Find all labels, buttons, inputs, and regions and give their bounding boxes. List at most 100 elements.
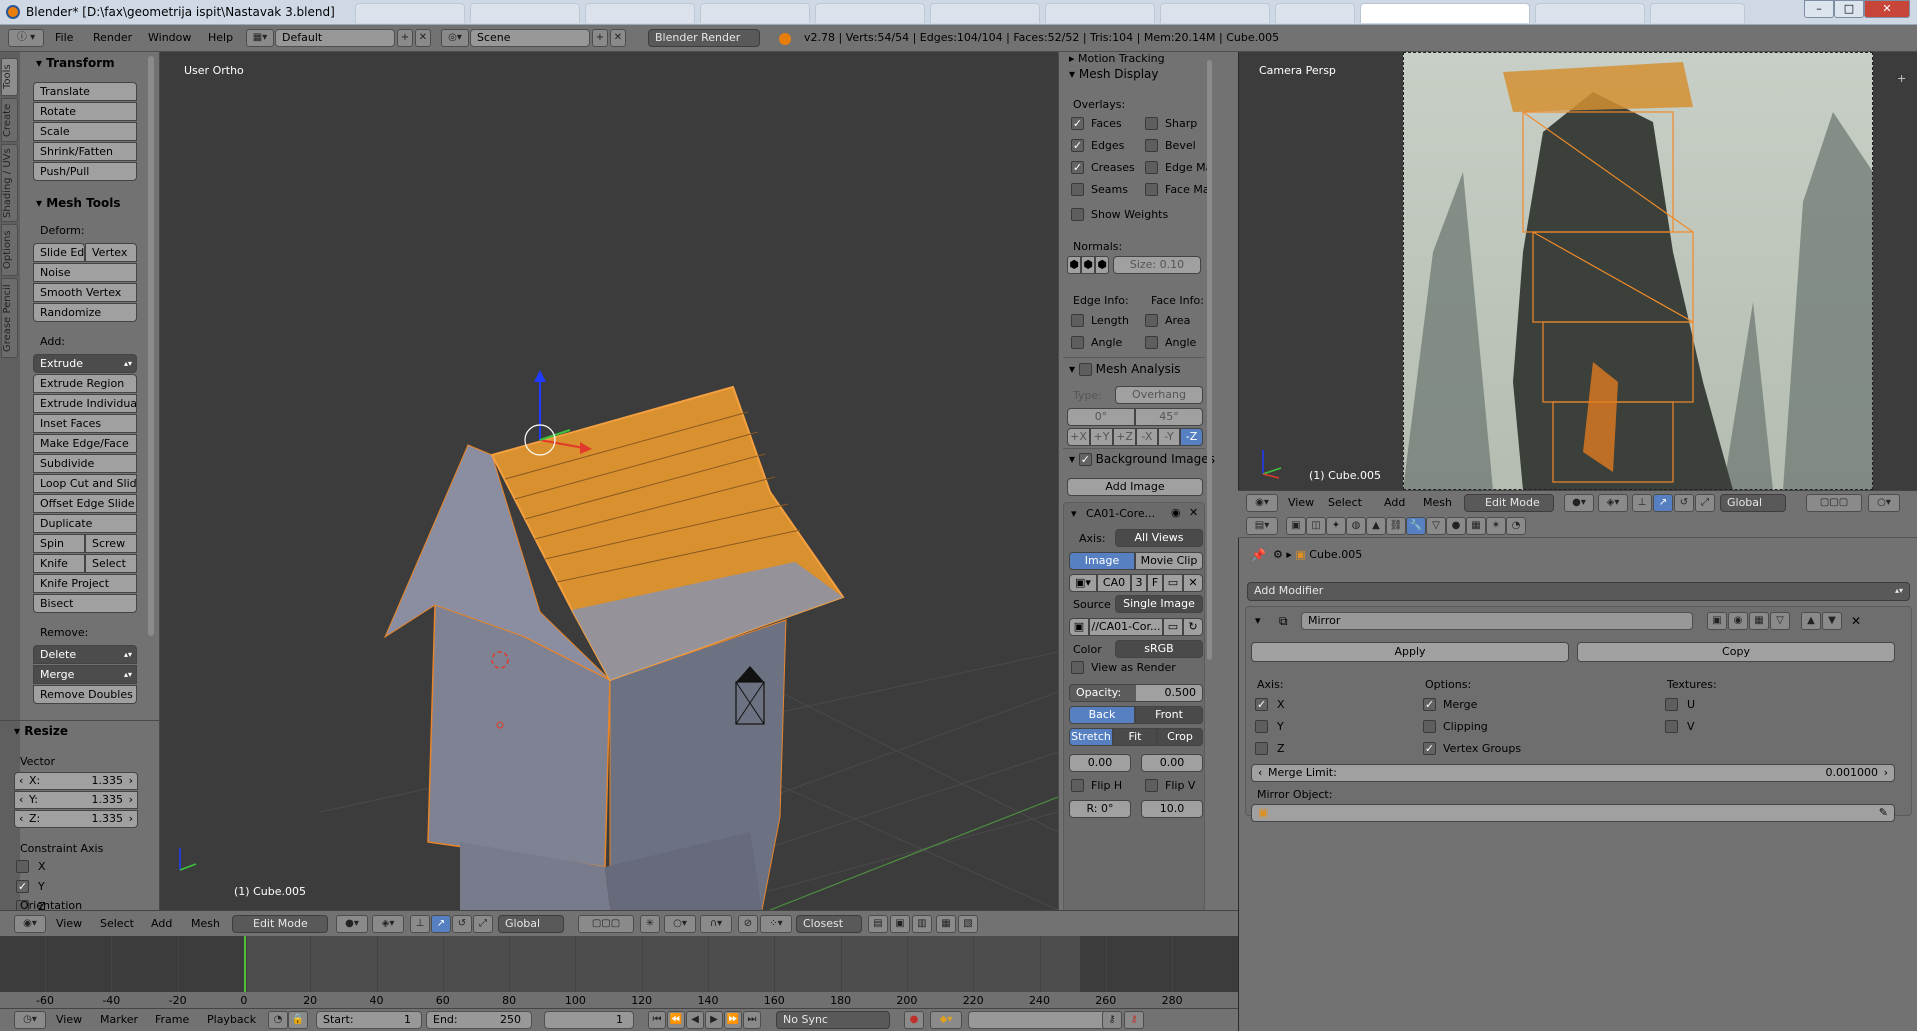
face-normals-icon[interactable]: ⬢ bbox=[1095, 256, 1109, 274]
slide-edge-button[interactable]: Slide Ed bbox=[33, 243, 85, 262]
delete-keyframe-icon[interactable]: ⚷ bbox=[1124, 1011, 1144, 1029]
camera-viewport[interactable]: Camera Persp (1) Cube.005 + bbox=[1238, 52, 1917, 490]
edge-marks-checkbox[interactable] bbox=[1145, 161, 1158, 174]
offset-x-field[interactable]: 0.00 bbox=[1069, 754, 1131, 772]
material-context-icon[interactable]: ● bbox=[1446, 517, 1466, 535]
editor-type-info-icon[interactable]: ⓘ ▾ bbox=[8, 29, 44, 47]
fit-button[interactable]: Fit bbox=[1113, 728, 1157, 746]
color-space-select[interactable]: sRGB bbox=[1115, 640, 1203, 658]
face-marks-checkbox[interactable] bbox=[1145, 183, 1158, 196]
fake-user-button[interactable]: F bbox=[1147, 574, 1163, 592]
falloff-icon[interactable]: ∩▾ bbox=[700, 915, 732, 933]
seams-checkbox[interactable] bbox=[1071, 183, 1084, 196]
offset-y-field[interactable]: 0.00 bbox=[1141, 754, 1203, 772]
overhang-min-field[interactable]: 0° bbox=[1067, 408, 1135, 426]
sync-mode-select[interactable]: No Sync bbox=[776, 1011, 890, 1029]
mesh-display-header[interactable]: ▾ Mesh Display bbox=[1069, 67, 1158, 81]
remove-modifier-icon[interactable]: ✕ bbox=[1851, 614, 1861, 628]
apply-button[interactable]: Apply bbox=[1251, 642, 1569, 662]
cam-scale-icon[interactable]: ⤢ bbox=[1695, 494, 1715, 512]
browser-tab[interactable] bbox=[470, 3, 580, 23]
constraints-context-icon[interactable]: ⛓ bbox=[1386, 517, 1406, 535]
tab-create[interactable]: Create bbox=[1, 98, 18, 142]
show-editmode-icon[interactable]: ▦ bbox=[1749, 612, 1769, 630]
keying-set-icon[interactable]: ◆▾ bbox=[930, 1011, 962, 1029]
resize-panel-header[interactable]: ▾ Resize bbox=[14, 724, 68, 738]
viewport-scene[interactable] bbox=[160, 52, 1058, 910]
render-image-icon[interactable]: ▣ bbox=[890, 915, 910, 933]
tab-shading-uvs[interactable]: Shading / UVs bbox=[1, 144, 18, 222]
size-field[interactable]: 10.0 bbox=[1141, 800, 1203, 818]
z-gizmo-arrow-icon[interactable] bbox=[534, 370, 546, 382]
sharp-checkbox[interactable] bbox=[1145, 117, 1158, 130]
layer-buttons-icon[interactable]: ▢▢▢ bbox=[578, 915, 634, 933]
preview-range-icon[interactable]: ◔ bbox=[268, 1011, 288, 1029]
cam-menu-select[interactable]: Select bbox=[1328, 496, 1362, 509]
cam-shading-icon[interactable]: ●▾ bbox=[1564, 494, 1594, 512]
show-weights-checkbox[interactable] bbox=[1071, 208, 1084, 221]
cam-manipulator-icon[interactable]: ⊥ bbox=[1632, 494, 1652, 512]
shading-mode-icon[interactable]: ●▾ bbox=[336, 915, 368, 933]
current-frame-field[interactable]: 1 bbox=[544, 1011, 634, 1029]
mode-select[interactable]: Edit Mode bbox=[232, 915, 328, 933]
face-angle-checkbox[interactable] bbox=[1145, 336, 1158, 349]
push-pull-button[interactable]: Push/Pull bbox=[33, 162, 137, 181]
rotate-button[interactable]: Rotate bbox=[33, 102, 137, 121]
physics-context-icon[interactable]: ◔ bbox=[1506, 517, 1526, 535]
browser-tab[interactable] bbox=[1045, 3, 1155, 23]
face-area-checkbox[interactable] bbox=[1145, 314, 1158, 327]
extrude-region-button[interactable]: Extrude Region bbox=[33, 374, 137, 393]
texture-u-checkbox[interactable] bbox=[1665, 698, 1678, 711]
creases-checkbox[interactable]: ✓ bbox=[1071, 161, 1084, 174]
tab-grease-pencil[interactable]: Grease Pencil bbox=[1, 278, 18, 358]
end-frame-field[interactable]: End: 250 bbox=[426, 1011, 532, 1029]
mirror-object-field[interactable]: ▣ ✎ bbox=[1251, 804, 1895, 822]
axis-py-button[interactable]: +Y bbox=[1090, 428, 1113, 446]
copy-button[interactable]: Copy bbox=[1577, 642, 1895, 662]
add-screen-icon[interactable]: + bbox=[397, 29, 413, 47]
image-path-field[interactable]: //CA01-Cor... bbox=[1089, 618, 1163, 636]
minimize-button[interactable]: – bbox=[1804, 0, 1834, 18]
jump-end-icon[interactable]: ⏭ bbox=[743, 1011, 761, 1029]
browser-tab[interactable] bbox=[355, 3, 465, 23]
resize-y-field[interactable]: ‹ Y: 1.335 › bbox=[14, 791, 138, 809]
axis-nz-button[interactable]: -Z bbox=[1180, 428, 1203, 446]
clipping-checkbox[interactable] bbox=[1423, 720, 1436, 733]
menu-mesh[interactable]: Mesh bbox=[191, 917, 220, 930]
image-tab[interactable]: Image bbox=[1069, 552, 1135, 570]
browser-tab[interactable] bbox=[700, 3, 810, 23]
extrude-menu-button[interactable]: Extrude ▴▾ bbox=[33, 354, 137, 373]
delete-scene-icon[interactable]: ✕ bbox=[610, 29, 626, 47]
timeline-area[interactable]: -60 -40 -20 0 20 40 60 80 100 120 140 160 180 200 220 2… bbox=[0, 936, 1238, 1008]
randomize-button[interactable]: Randomize bbox=[33, 303, 137, 322]
render-preview-icon[interactable]: ▤ bbox=[868, 915, 888, 933]
flip-h-checkbox[interactable] bbox=[1071, 779, 1084, 792]
bg-axis-select[interactable]: All Views bbox=[1115, 529, 1203, 547]
browser-tab[interactable] bbox=[1160, 3, 1270, 23]
render-layers-context-icon[interactable]: ◫ bbox=[1306, 517, 1326, 535]
scale-button[interactable]: Scale bbox=[33, 122, 137, 141]
play-icon[interactable]: ▶ bbox=[705, 1011, 723, 1029]
motion-tracking-header[interactable]: ▸ Motion Tracking bbox=[1069, 52, 1165, 65]
move-up-icon[interactable]: ▲ bbox=[1801, 612, 1821, 630]
current-frame-indicator[interactable] bbox=[243, 936, 246, 992]
constraint-x-checkbox[interactable] bbox=[16, 860, 29, 873]
jump-start-icon[interactable]: ⏮ bbox=[648, 1011, 666, 1029]
make-edge-face-button[interactable]: Make Edge/Face bbox=[33, 434, 137, 453]
tab-tools[interactable]: Tools bbox=[1, 58, 18, 96]
menu-add[interactable]: Add bbox=[151, 917, 172, 930]
show-viewport-icon[interactable]: ◉ bbox=[1728, 612, 1748, 630]
reload-image-icon[interactable]: ↻ bbox=[1183, 618, 1203, 636]
browser-tab[interactable] bbox=[930, 3, 1040, 23]
knife-button[interactable]: Knife bbox=[33, 554, 85, 573]
add-region-icon[interactable]: + bbox=[1897, 72, 1906, 85]
scale-manipulator-icon[interactable]: ⤢ bbox=[473, 915, 493, 933]
source-select[interactable]: Single Image bbox=[1115, 595, 1203, 613]
vertex-normals-icon[interactable]: ⬢ bbox=[1067, 256, 1081, 274]
menu-render[interactable]: Render bbox=[93, 31, 132, 44]
timeline-menu-marker[interactable]: Marker bbox=[100, 1013, 138, 1026]
menu-help[interactable]: Help bbox=[208, 31, 233, 44]
pin-icon[interactable]: 📌 bbox=[1251, 548, 1266, 562]
timeline-menu-view[interactable]: View bbox=[56, 1013, 82, 1026]
spin-button[interactable]: Spin bbox=[33, 534, 85, 553]
